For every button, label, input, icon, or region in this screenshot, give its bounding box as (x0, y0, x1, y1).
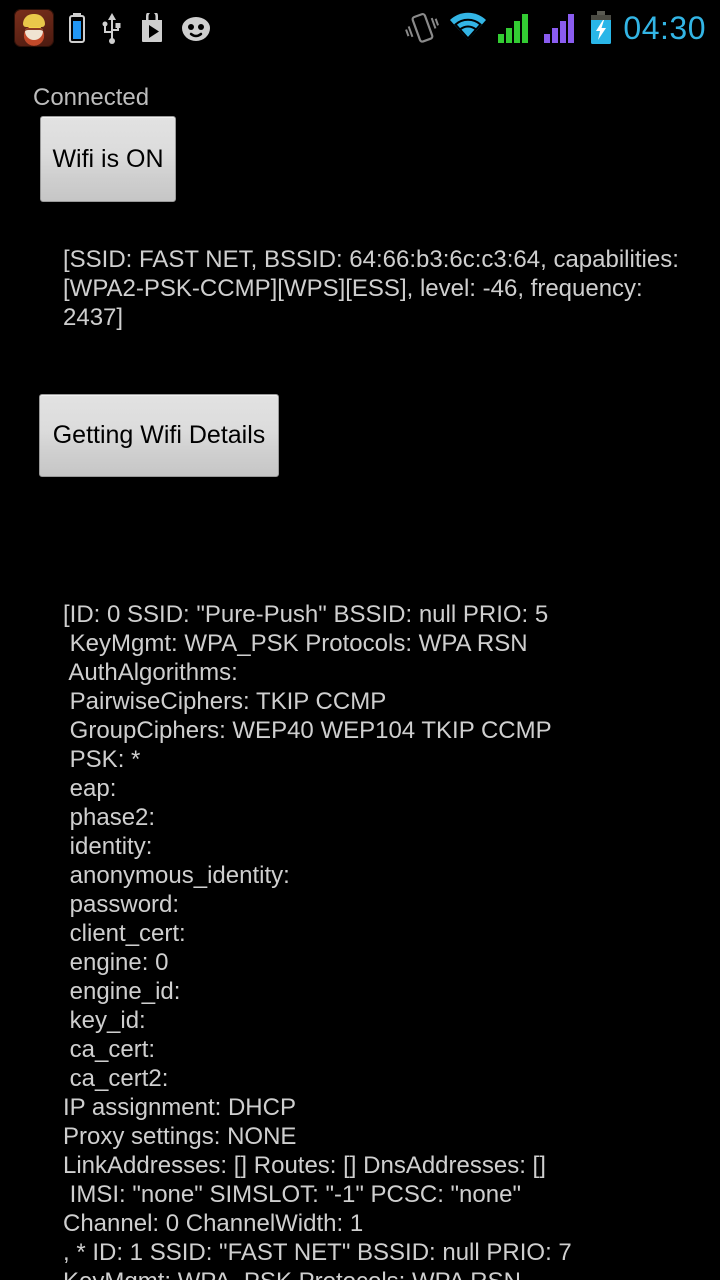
status-bar-clock: 04:30 (623, 9, 706, 46)
configured-networks-text: [ID: 0 SSID: "Pure-Push" BSSID: null PRI… (63, 601, 572, 1280)
android-robot-icon (182, 16, 210, 41)
connection-status-label: Connected (33, 84, 150, 111)
cellular-signal-icon-sim1 (498, 13, 529, 43)
get-wifi-details-button[interactable]: Getting Wifi Details (39, 394, 279, 477)
cellular-signal-icon-sim2 (544, 13, 575, 43)
android-screen: 04:30 Connected Wifi is ON [SSID: FAST N… (0, 0, 720, 1280)
wifi-toggle-button[interactable]: Wifi is ON (40, 116, 176, 202)
scan-results-text: [SSID: FAST NET, BSSID: 64:66:b3:6c:c3:6… (63, 246, 679, 331)
vibrate-icon (405, 12, 440, 43)
clash-of-clans-app-icon (14, 8, 54, 47)
play-store-icon (142, 12, 162, 42)
status-bar-notification-icons (0, 8, 212, 47)
battery-notification-icon (69, 12, 85, 43)
battery-charging-icon (591, 10, 612, 44)
wifi-signal-icon (450, 12, 487, 40)
usb-icon (102, 12, 121, 44)
status-bar: 04:30 (0, 0, 720, 55)
status-bar-system-icons: 04:30 (405, 9, 720, 46)
